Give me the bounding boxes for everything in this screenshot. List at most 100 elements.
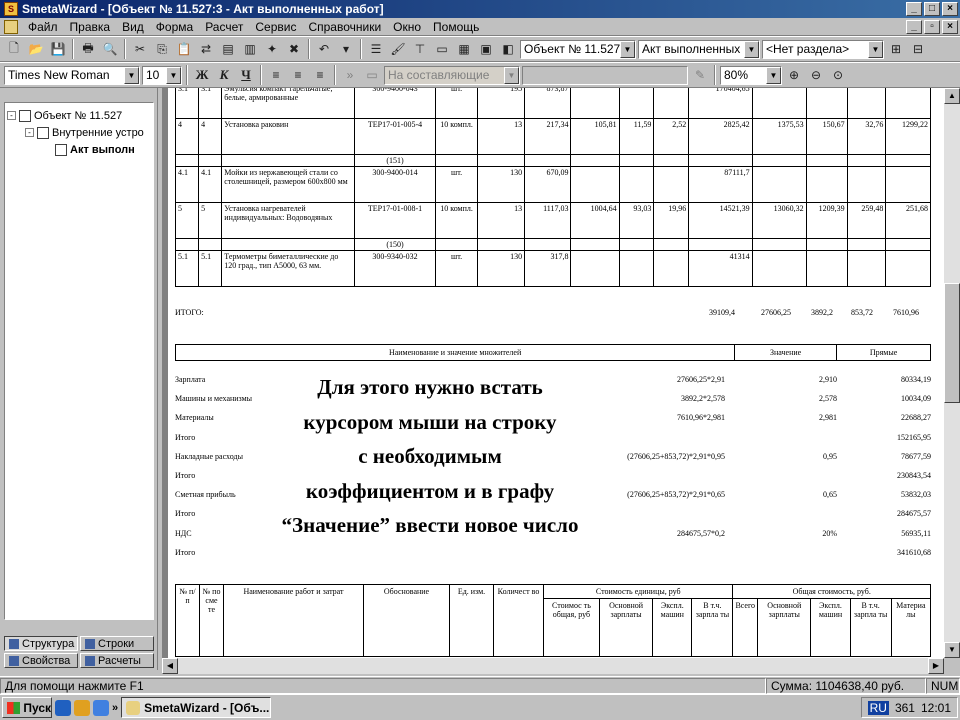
section-props-icon[interactable]: ⊟ (908, 39, 928, 59)
start-button[interactable]: Пуск (2, 697, 52, 718)
object-select[interactable]: Объект № 11.527 ▼ (520, 39, 636, 59)
open-icon[interactable]: 📂 (26, 39, 46, 59)
menu-view[interactable]: Вид (116, 20, 150, 34)
menu-window[interactable]: Окно (387, 20, 427, 34)
zoom-icon[interactable]: ⊙ (828, 65, 848, 85)
zoom-select[interactable]: 80% ▼ (720, 65, 782, 85)
menu-service[interactable]: Сервис (249, 20, 302, 34)
task-smetawizard[interactable]: SmetaWizard - [Объ... (121, 697, 272, 718)
menu-file[interactable]: Файл (22, 20, 64, 34)
mdi-close-button[interactable]: × (942, 20, 958, 34)
menu-edit[interactable]: Правка (64, 20, 117, 34)
align-left-icon[interactable]: ≡ (266, 65, 286, 85)
zoom-in-icon[interactable]: ⊕ (784, 65, 804, 85)
paste-icon[interactable]: 📋 (174, 39, 194, 59)
chevron-down-icon[interactable]: ▼ (766, 66, 781, 84)
align-center-icon[interactable]: ≡ (288, 65, 308, 85)
formula-field[interactable] (522, 65, 688, 85)
wizard-icon[interactable]: ✦ (262, 39, 282, 59)
object-tree[interactable]: - Объект № 11.527 - Внутренние устро Акт в… (4, 102, 154, 620)
pencil-icon[interactable] (74, 699, 90, 716)
tree-node-object[interactable]: - Объект № 11.527 (7, 107, 151, 124)
save-icon[interactable]: 💾 (48, 39, 68, 59)
calculator-icon[interactable]: ▦ (454, 39, 474, 59)
brush-icon[interactable]: 🖌 (388, 39, 408, 59)
chevron-down-icon[interactable]: ▼ (504, 66, 519, 84)
table-row[interactable]: 5.1 5.1 Термометры биметаллические до 120 … (174, 250, 931, 287)
insert-icon[interactable]: ⊤ (410, 39, 430, 59)
language-indicator[interactable]: RU (867, 700, 889, 715)
chevron-down-icon[interactable]: ▼ (166, 66, 181, 84)
italic-button[interactable]: К (214, 65, 234, 85)
table-row[interactable]: 4 4 Установка раковин ТЕР17-01-005-4 10 комп… (174, 118, 931, 155)
vertical-scrollbar[interactable]: ▲ ▼ (944, 88, 960, 658)
font-size-select[interactable]: 10 ▼ (142, 65, 182, 85)
bold-button[interactable]: Ж (192, 65, 212, 85)
itogo-row[interactable]: ИТОГО: 39109,4 27606,25 3892,2 853,72 76… (175, 308, 931, 317)
more-icon[interactable]: » (112, 702, 118, 714)
horizontal-scrollbar[interactable]: ◀ ▶ (162, 658, 944, 674)
underline-button[interactable]: Ч (236, 65, 256, 85)
zoom-out-icon[interactable]: ⊖ (806, 65, 826, 85)
close-button[interactable]: × (942, 2, 958, 16)
chevron-down-icon[interactable]: ▼ (620, 40, 635, 58)
form-select[interactable]: Акт выполненных ра ▼ (638, 39, 760, 59)
preview-icon[interactable]: 🔍 (100, 39, 120, 59)
document-icon[interactable] (4, 19, 18, 34)
tab-rows[interactable]: Строки (80, 636, 154, 651)
app-icon[interactable]: S (4, 2, 18, 16)
paste-block-icon[interactable]: ▥ (240, 39, 260, 59)
chevron-down-icon[interactable]: ▼ (868, 40, 883, 58)
menu-references[interactable]: Справочники (302, 20, 387, 34)
menu-calc[interactable]: Расчет (199, 20, 249, 34)
chevron-down-icon[interactable]: ▼ (124, 66, 139, 84)
window-icon[interactable]: ▭ (432, 39, 452, 59)
tab-structure[interactable]: Структура (4, 636, 78, 651)
scroll-right-icon[interactable]: ▶ (928, 658, 944, 674)
properties-icon[interactable]: ▣ (476, 39, 496, 59)
outlook-icon[interactable] (93, 699, 109, 716)
table-row[interactable]: (151) (174, 154, 931, 167)
tree-node-section[interactable]: - Внутренние устро (7, 124, 151, 141)
mdi-restore-button[interactable]: ▫ (924, 20, 940, 34)
maximize-button[interactable]: □ (924, 2, 940, 16)
scroll-up-icon[interactable]: ▲ (944, 88, 960, 104)
section-add-icon[interactable]: ⊞ (886, 39, 906, 59)
menu-form[interactable]: Форма (150, 20, 199, 34)
new-icon[interactable]: 🗋 (4, 39, 24, 59)
table-row[interactable]: (150) (174, 238, 931, 251)
mode-select[interactable]: На составляющие ▼ (384, 65, 520, 85)
font-select[interactable]: Times New Roman ▼ (4, 65, 140, 85)
replace-icon[interactable]: ⇄ (196, 39, 216, 59)
minimize-button[interactable]: _ (906, 2, 922, 16)
scroll-left-icon[interactable]: ◀ (162, 658, 178, 674)
copy-block-icon[interactable]: ▤ (218, 39, 238, 59)
ie-icon[interactable] (55, 699, 71, 716)
table-row[interactable]: 3.1 3.1 Эмульсия компакт тарельчатые, белы… (174, 88, 931, 119)
align-right-icon[interactable]: ≡ (310, 65, 330, 85)
table-row[interactable]: 5 5 Установка нагревателей индивидуальных:… (174, 202, 931, 239)
scroll-down-icon[interactable]: ▼ (944, 642, 960, 658)
tree-node-act[interactable]: Акт выполн (7, 141, 151, 158)
mdi-minimize-button[interactable]: _ (906, 20, 922, 34)
tray-counter[interactable]: 361 (895, 701, 915, 715)
section-select[interactable]: <Нет раздела> ▼ (762, 39, 884, 59)
scroll-thumb[interactable] (944, 283, 960, 403)
copy-icon[interactable]: ⎘ (152, 39, 172, 59)
menu-help[interactable]: Помощь (427, 20, 485, 34)
list-icon[interactable]: ☰ (366, 39, 386, 59)
delete-icon[interactable]: ✖ (284, 39, 304, 59)
edit-icon[interactable]: ✎ (690, 65, 710, 85)
table-row[interactable]: 4.1 4.1 Мойки из нержавеющей стали со стол… (174, 166, 931, 203)
panel-icon[interactable]: ◧ (498, 39, 518, 59)
chevron-down-icon[interactable]: ▼ (744, 40, 759, 58)
undo-dropdown-icon[interactable]: ▾ (336, 39, 356, 59)
collapse-icon[interactable]: - (25, 128, 34, 137)
tab-calculations[interactable]: Расчеты (80, 653, 154, 668)
collapse-icon[interactable]: - (7, 111, 16, 120)
collapse-icon[interactable]: » (340, 65, 360, 85)
cut-icon[interactable]: ✂ (130, 39, 150, 59)
print-icon[interactable]: 🖶 (78, 39, 98, 59)
multiplier-row[interactable]: Итого 341610,68 (175, 543, 931, 562)
undo-icon[interactable]: ↶ (314, 39, 334, 59)
